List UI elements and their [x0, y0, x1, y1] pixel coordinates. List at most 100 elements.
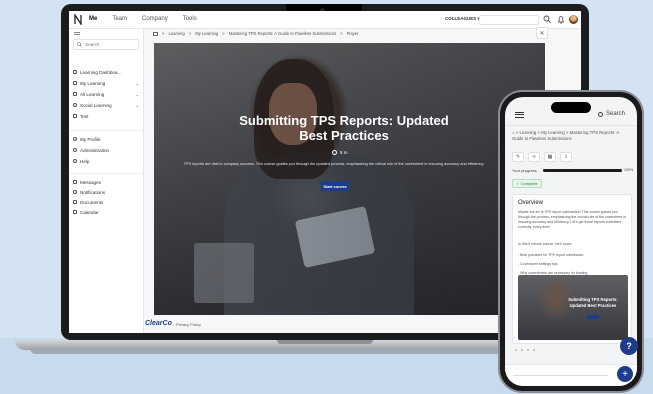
sidebar-item-calendar[interactable]: Calendar	[73, 208, 139, 216]
overview-bullet: - Coversheet settings tips	[518, 262, 558, 266]
phone-breadcrumb[interactable]: ⌂ > Learning > My Learning > Mastering T…	[512, 130, 630, 142]
calendar-icon	[73, 210, 77, 214]
thumbnail-start-button[interactable]	[587, 315, 599, 319]
progress-label: Your progress	[512, 168, 537, 173]
topbar-search-input[interactable]	[479, 15, 539, 25]
overview-title: Overview	[518, 200, 544, 206]
sidebar: Search Learning Dashboa... My Learning ⌄…	[69, 29, 144, 333]
sidebar-item-my-learning[interactable]: My Learning ⌄	[73, 79, 139, 87]
search-icon	[77, 42, 82, 47]
sidebar-item-notifications[interactable]: Notifications	[73, 188, 139, 196]
nav-tab-tools[interactable]: Tools	[183, 16, 197, 22]
clock-icon	[332, 150, 337, 155]
pagination-dots	[515, 349, 535, 351]
privacy-policy-link[interactable]: Privacy Policy	[176, 322, 201, 327]
share-button[interactable]: ⋖	[528, 152, 540, 162]
laptop-lid-groove	[277, 340, 373, 344]
sidebar-item-messages[interactable]: Messages	[73, 178, 139, 186]
close-button[interactable]: ✕	[536, 27, 548, 39]
breadcrumb-my-learning[interactable]: My Learning	[195, 31, 218, 36]
overview-intro: In this 5 minute course, we'll cover:	[518, 242, 573, 246]
bell-icon[interactable]	[557, 15, 565, 24]
sidebar-item-all-learning[interactable]: All Learning ⌄	[73, 90, 139, 98]
sidebar-collapse-icon[interactable]	[74, 32, 80, 35]
dashboard-icon	[73, 70, 77, 74]
progress-bar	[543, 169, 622, 172]
sidebar-item-documents[interactable]: Documents	[73, 198, 139, 206]
sidebar-item-learning-dashboard[interactable]: Learning Dashboa...	[73, 68, 139, 76]
colleagues-selector[interactable]: COLLEAGUES ▾	[445, 16, 480, 22]
sidebar-item-label: Documents	[80, 199, 104, 205]
course-hero-banner	[154, 43, 545, 315]
breadcrumb-separator: >	[222, 31, 225, 36]
sidebar-item-my-profile[interactable]: My Profile	[73, 135, 139, 143]
calendar-button[interactable]: ▦	[544, 152, 556, 162]
start-course-button[interactable]: Start course	[321, 181, 349, 191]
progress-value: 100%	[624, 168, 634, 172]
phone-search-button[interactable]: Search	[598, 111, 625, 117]
breadcrumb-separator: >	[188, 31, 192, 36]
breadcrumb-separator: >	[340, 31, 343, 36]
add-button[interactable]: +	[617, 366, 633, 382]
sidebar-item-label: Messages	[80, 179, 101, 185]
sidebar-item-label: Social Learning	[80, 102, 112, 108]
message-icon	[73, 180, 77, 184]
chevron-down-icon[interactable]: ⌄	[136, 81, 139, 86]
sidebar-item-label: Calendar	[80, 209, 99, 215]
people-icon	[73, 103, 77, 107]
profile-icon	[73, 137, 77, 141]
sidebar-search-placeholder: Search	[85, 42, 100, 47]
sidebar-item-label: My Profile	[80, 136, 101, 142]
book-icon	[73, 81, 77, 85]
sidebar-item-label: Learning Dashboa...	[80, 69, 122, 75]
progress-bar-fill	[543, 169, 622, 172]
hero-overlay	[154, 43, 545, 315]
sidebar-item-label: My Learning	[80, 80, 106, 86]
course-description: TPS reports are vital to company success…	[183, 162, 485, 166]
home-icon[interactable]	[153, 31, 158, 36]
breadcrumb: > Learning > My Learning > Mastering TPS…	[153, 31, 359, 36]
app-logo-icon[interactable]	[74, 14, 82, 25]
user-avatar[interactable]	[569, 15, 578, 24]
sidebar-item-social-learning[interactable]: Social Learning ⌄	[73, 101, 139, 109]
top-navigation-bar: Me Team Company Tools COLLEAGUES ▾	[69, 11, 581, 29]
sidebar-item-help[interactable]: Help	[73, 157, 139, 165]
nav-tab-me[interactable]: Me	[89, 16, 97, 22]
edit-icon	[73, 114, 77, 118]
phone-action-buttons: ✎ ⋖ ▦ ⇩	[512, 152, 572, 162]
chevron-down-icon[interactable]: ⌄	[136, 92, 139, 97]
breadcrumb-separator: >	[162, 31, 165, 36]
phone-header-divider	[505, 125, 637, 126]
nav-tab-company[interactable]: Company	[142, 16, 168, 22]
chevron-down-icon[interactable]: ⌄	[136, 103, 139, 108]
company-logo: ClearCo	[145, 320, 172, 327]
phone-frame: Search ⌂ > Learning > My Learning > Mast…	[500, 92, 642, 391]
edit-button[interactable]: ✎	[512, 152, 524, 162]
sidebar-search-input[interactable]: Search	[73, 39, 139, 50]
sidebar-item-label: Test	[80, 113, 89, 119]
course-thumbnail[interactable]: Submitting TPS Reports: Updated Best Pra…	[518, 275, 628, 340]
sidebar-item-test[interactable]: Test	[73, 112, 139, 120]
search-icon[interactable]	[543, 15, 551, 24]
primary-nav: Me Team Company Tools	[89, 16, 197, 22]
thumbnail-title: Submitting TPS Reports: Updated Best Pra…	[568, 297, 618, 308]
phone-screen: Search ⌂ > Learning > My Learning > Mast…	[505, 97, 637, 386]
dynamic-island	[551, 102, 591, 113]
course-duration: 5 m	[332, 150, 348, 155]
complete-badge: ✓ Complete	[512, 179, 542, 188]
breadcrumb-learning[interactable]: Learning	[168, 31, 184, 36]
gear-icon	[73, 148, 77, 152]
sidebar-item-label: Administration	[80, 147, 110, 153]
sidebar-item-administration[interactable]: Administration	[73, 146, 139, 154]
sidebar-item-label: Notifications	[80, 189, 106, 195]
breadcrumb-course[interactable]: Mastering TPS Reports: A Guide to Flawle…	[229, 31, 336, 36]
help-icon	[73, 159, 77, 163]
download-button[interactable]: ⇩	[560, 152, 572, 162]
home-indicator	[513, 375, 608, 376]
document-icon	[73, 200, 77, 204]
sidebar-item-label: Help	[80, 158, 90, 164]
help-button[interactable]: ?	[620, 337, 638, 355]
menu-icon[interactable]	[515, 112, 524, 118]
nav-tab-team[interactable]: Team	[112, 16, 127, 22]
overview-card: Overview Master the art of TPS report su…	[512, 194, 632, 344]
